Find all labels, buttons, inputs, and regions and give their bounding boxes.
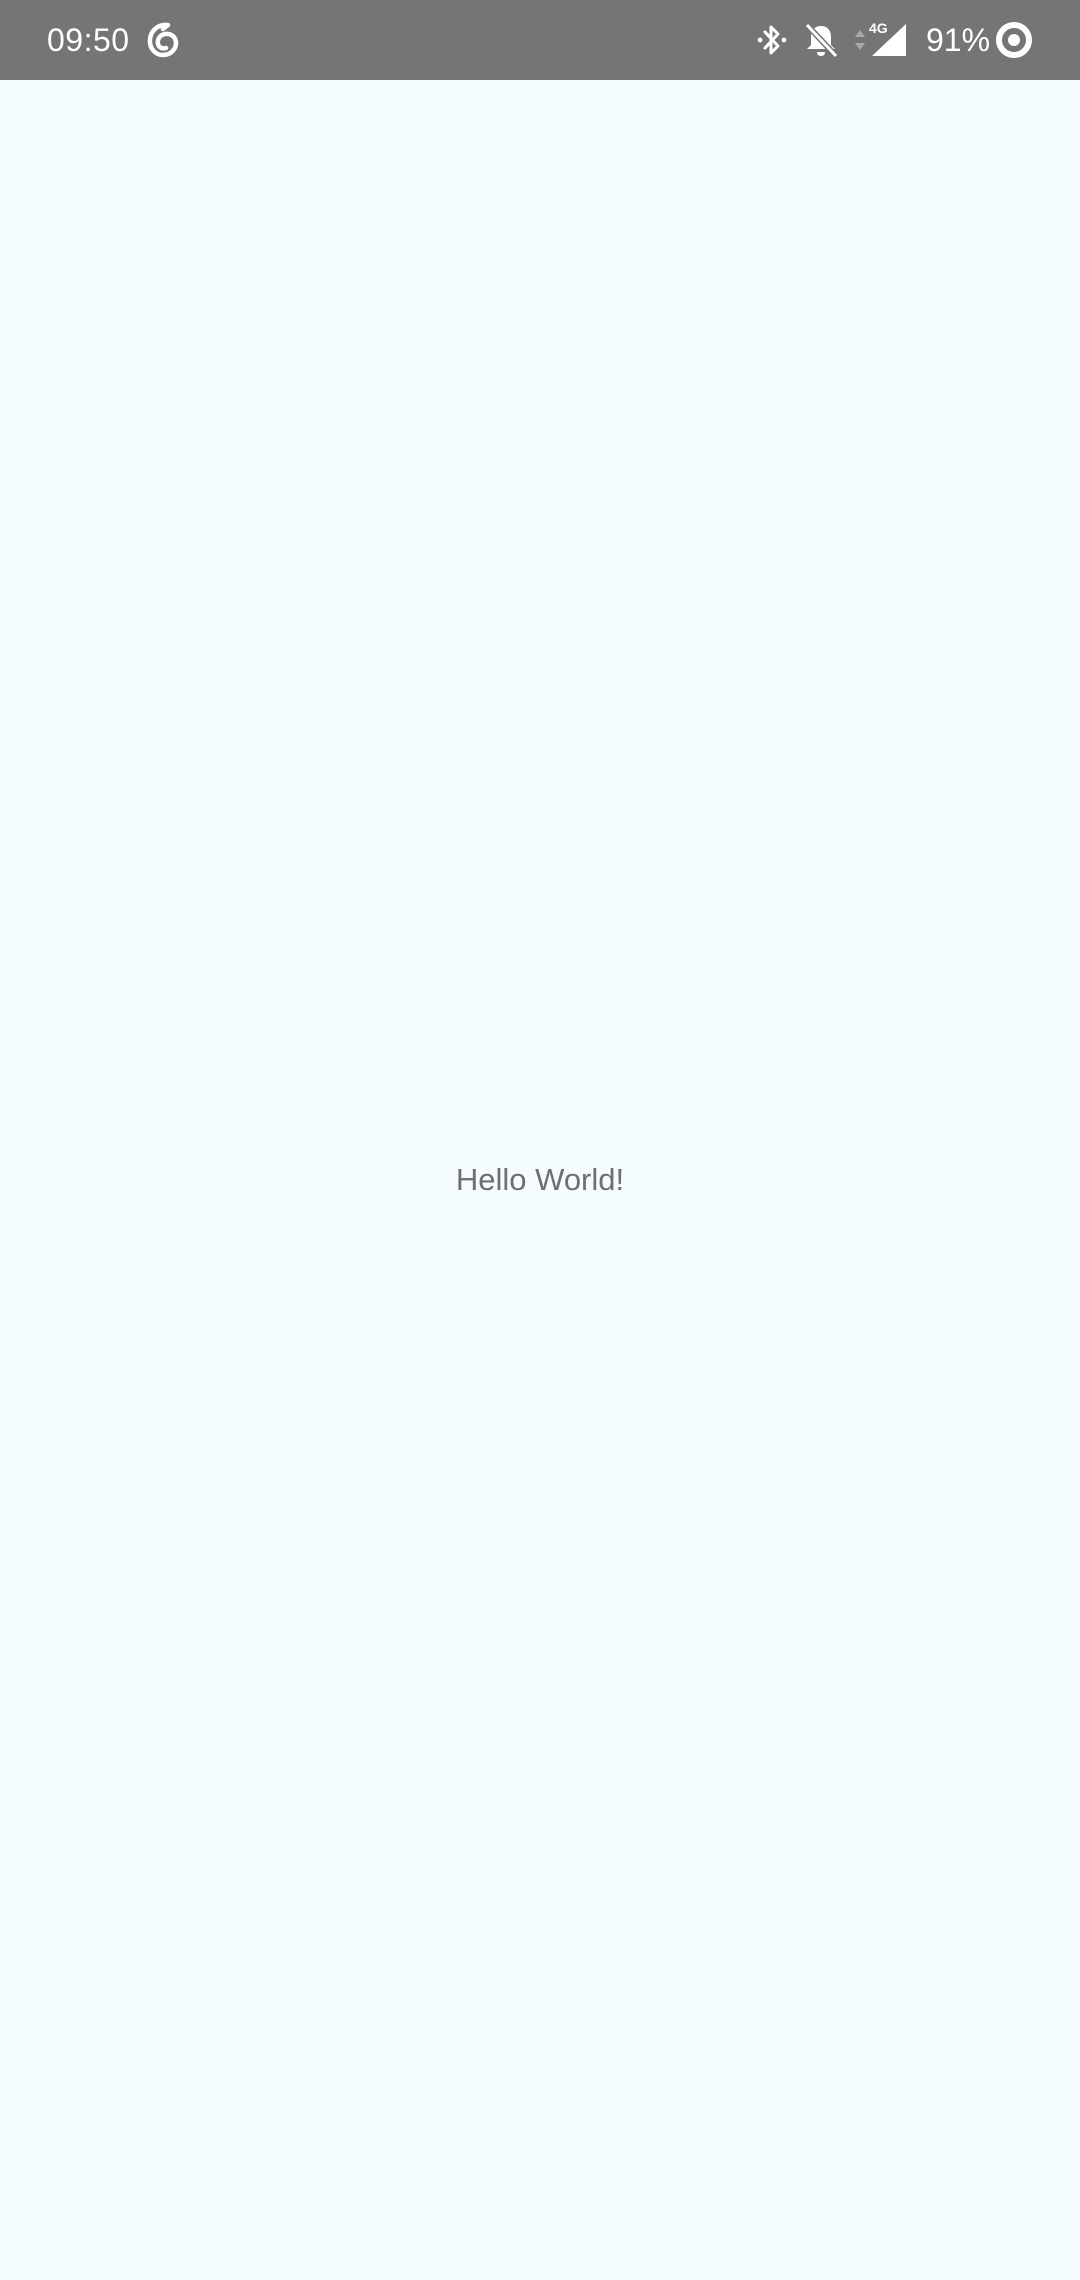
bell-off-icon: [804, 22, 839, 59]
netease-music-icon: [147, 22, 179, 58]
data-arrows-icon: [855, 30, 865, 50]
battery-percent: 91%: [926, 22, 991, 58]
main-content: Hello World!: [0, 80, 1080, 2280]
bluetooth-icon: [757, 25, 787, 55]
battery-ring-icon: [996, 22, 1032, 58]
cell-signal-icon: [872, 24, 906, 56]
status-time: 09:50: [47, 22, 130, 58]
status-bar: 09:50 4G 91%: [0, 0, 1080, 80]
hello-text: Hello World!: [455, 1162, 625, 1197]
